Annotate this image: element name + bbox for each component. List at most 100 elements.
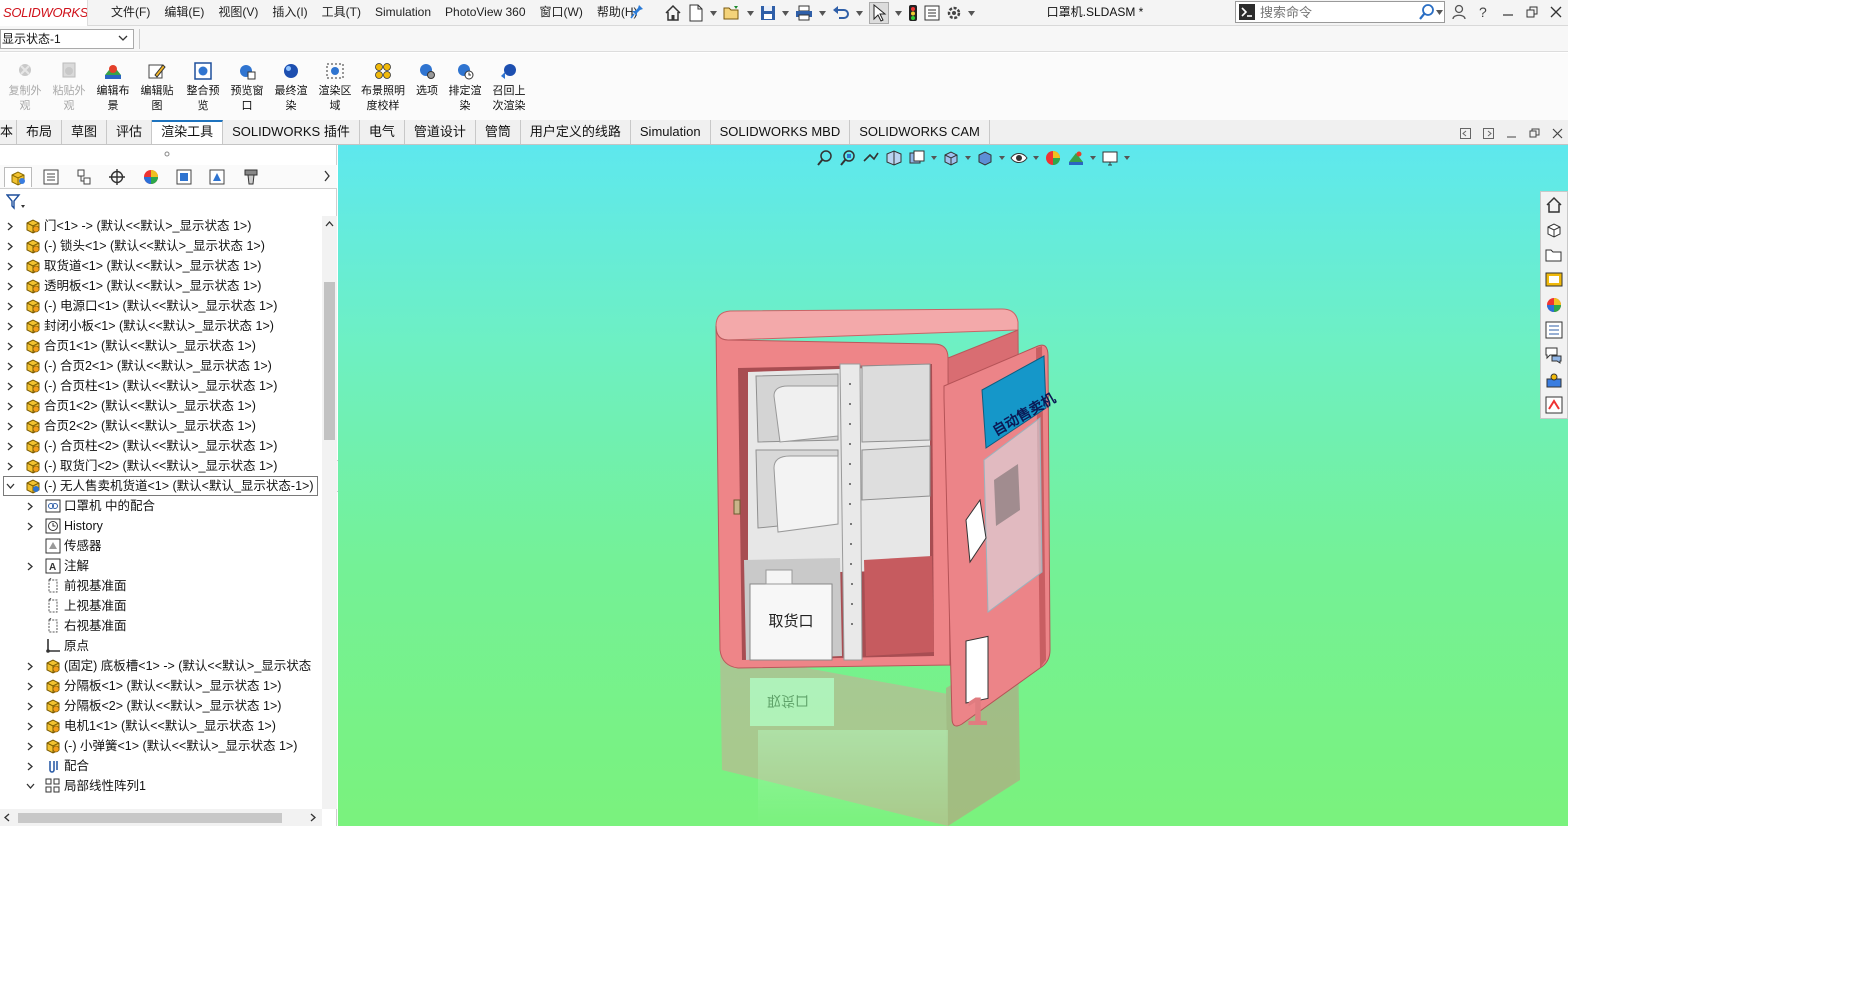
file-properties-icon[interactable] <box>924 5 940 21</box>
menu-window[interactable]: 窗口(W) <box>533 0 590 26</box>
solidworks-resources-icon[interactable] <box>1545 196 1563 214</box>
vending-machine-model[interactable]: 取货口 取货口 自动售卖机 1 <box>698 300 1068 826</box>
expand-right-icon[interactable] <box>4 382 16 391</box>
chevron-down-icon[interactable] <box>999 156 1005 160</box>
expand-right-icon[interactable] <box>4 362 16 371</box>
chevron-down-icon[interactable] <box>710 10 717 16</box>
dimxpert-tab[interactable] <box>103 167 131 187</box>
tree-item[interactable]: 传感器 <box>24 536 102 556</box>
tab-solidworks-cam[interactable]: SOLIDWORKS CAM <box>850 120 990 144</box>
tree-item[interactable]: 分隔板<2> (默认<<默认>_显示状态 1>) <box>24 696 281 716</box>
toolbox-icon[interactable] <box>1545 371 1563 389</box>
view-settings-icon[interactable] <box>1101 149 1119 167</box>
tree-item[interactable]: 口罩机 中的配合 <box>24 496 155 516</box>
scroll-right-icon[interactable] <box>310 813 316 822</box>
edit-appearance-icon[interactable] <box>1044 149 1062 167</box>
dynamic-annotation-icon[interactable] <box>908 149 926 167</box>
search-icon[interactable] <box>1418 3 1436 21</box>
chevron-down-icon[interactable] <box>782 10 789 16</box>
tab-solidworks-mbd[interactable]: SOLIDWORKS MBD <box>711 120 851 144</box>
open-folder-icon[interactable] <box>723 5 741 21</box>
tree-item[interactable]: 配合 <box>24 756 89 776</box>
user-icon[interactable] <box>1452 4 1466 20</box>
expand-right-icon[interactable] <box>4 282 16 291</box>
tab-layout[interactable]: 布局 <box>17 120 63 144</box>
home-icon[interactable] <box>664 4 682 22</box>
configurationmanager-tab[interactable] <box>70 167 98 187</box>
expand-right-icon[interactable] <box>24 702 36 711</box>
expand-right-icon[interactable] <box>24 502 36 511</box>
tree-vertical-scrollbar[interactable] <box>322 216 337 809</box>
tree-item[interactable]: 原点 <box>24 636 89 656</box>
tree-item[interactable]: 局部线性阵列1 <box>24 776 146 796</box>
save-icon[interactable] <box>760 5 776 21</box>
chevron-down-icon[interactable] <box>747 10 754 16</box>
appearances-scenes-icon[interactable] <box>1545 296 1563 314</box>
tree-item[interactable]: 合页1<2> (默认<<默认>_显示状态 1>) <box>4 396 256 416</box>
tree-hscrollbar-thumb[interactable] <box>18 813 282 823</box>
tree-item[interactable]: (-) 合页2<1> (默认<<默认>_显示状态 1>) <box>4 356 272 376</box>
chevron-down-icon[interactable] <box>1124 156 1130 160</box>
copy-appearance-button[interactable]: 复制外观 <box>4 61 46 114</box>
sensor-tab[interactable] <box>203 167 231 187</box>
featuremanager-tab[interactable] <box>4 167 32 187</box>
expand-right-icon[interactable] <box>4 262 16 271</box>
chevron-down-icon[interactable] <box>931 156 937 160</box>
expand-right-icon[interactable] <box>24 722 36 731</box>
view-palette-icon[interactable] <box>1545 271 1563 289</box>
expand-right-icon[interactable] <box>4 322 16 331</box>
tab-evaluate[interactable]: 评估 <box>107 120 153 144</box>
tree-item[interactable]: 取货道<1> (默认<<默认>_显示状态 1>) <box>4 256 261 276</box>
tree-item[interactable]: 电机1<1> (默认<<默认>_显示状态 1>) <box>24 716 276 736</box>
tab-simulation[interactable]: Simulation <box>631 120 711 144</box>
design-library-icon[interactable] <box>1545 221 1563 239</box>
scroll-up-icon[interactable] <box>325 221 334 227</box>
tree-item[interactable]: (-) 电源口<1> (默认<<默认>_显示状态 1>) <box>4 296 277 316</box>
chevron-down-icon[interactable] <box>895 10 902 16</box>
expand-down-icon[interactable] <box>24 783 36 790</box>
camview-tab[interactable] <box>170 167 198 187</box>
tree-item[interactable]: 合页1<1> (默认<<默认>_显示状态 1>) <box>4 336 256 356</box>
scene-illumination-button[interactable]: 布景照明度校样 <box>358 61 408 114</box>
expand-right-icon[interactable] <box>24 662 36 671</box>
command-search-input[interactable] <box>1260 3 1415 21</box>
tree-horizontal-scrollbar[interactable] <box>0 809 322 826</box>
zoom-to-area-icon[interactable] <box>839 149 857 167</box>
expand-right-icon[interactable] <box>4 302 16 311</box>
tree-item[interactable]: 上视基准面 <box>24 596 127 616</box>
previous-view-icon[interactable] <box>862 149 880 167</box>
tree-item[interactable]: 封闭小板<1> (默认<<默认>_显示状态 1>) <box>4 316 274 336</box>
new-document-icon[interactable] <box>688 4 704 22</box>
final-render-button[interactable]: 最终渲染 <box>270 61 312 114</box>
chevron-right-icon[interactable] <box>323 170 331 182</box>
minimize-icon[interactable] <box>1502 6 1514 18</box>
scroll-left-icon[interactable] <box>4 813 10 822</box>
panel-splitter-handle[interactable] <box>164 151 170 157</box>
tree-item[interactable]: (-) 合页柱<1> (默认<<默认>_显示状态 1>) <box>4 376 277 396</box>
tab-basic[interactable]: 本 <box>0 120 18 144</box>
hide-show-items-icon[interactable] <box>1010 149 1028 167</box>
tree-item[interactable]: History <box>24 516 103 536</box>
expand-right-icon[interactable] <box>4 222 16 231</box>
tab-sketch[interactable]: 草图 <box>62 120 108 144</box>
chevron-down-icon[interactable] <box>819 10 826 16</box>
chevron-down-icon[interactable] <box>965 156 971 160</box>
solidworks-logo[interactable]: SOLIDWORKS <box>0 0 88 26</box>
display-state-dropdown[interactable]: 显示状态-1 <box>0 29 134 49</box>
forum-icon[interactable] <box>1545 346 1563 364</box>
viewport-restore-icon[interactable] <box>1529 128 1540 139</box>
expand-right-icon[interactable] <box>24 682 36 691</box>
render-region-button[interactable]: 渲染区域 <box>314 61 356 114</box>
tree-item[interactable]: 门<1> -> (默认<<默认>_显示状态 1>) <box>4 216 251 236</box>
tree-item[interactable]: (-) 无人售卖机货道<1> (默认<默认_显示状态-1>) <box>3 476 319 496</box>
tile-left-icon[interactable] <box>1460 128 1471 139</box>
recall-render-button[interactable]: 召回上次渲染 <box>488 61 530 114</box>
tree-item[interactable]: (-) 小弹簧<1> (默认<<默认>_显示状态 1>) <box>24 736 297 756</box>
menu-simulation[interactable]: Simulation <box>368 0 438 26</box>
tree-item[interactable]: (-) 取货门<2> (默认<<默认>_显示状态 1>) <box>4 456 277 476</box>
propertymanager-tab[interactable] <box>37 167 65 187</box>
file-explorer-icon[interactable] <box>1545 246 1563 264</box>
menu-view[interactable]: 视图(V) <box>211 0 265 26</box>
tree-item[interactable]: 分隔板<1> (默认<<默认>_显示状态 1>) <box>24 676 281 696</box>
viewport-close-icon[interactable] <box>1552 128 1563 139</box>
